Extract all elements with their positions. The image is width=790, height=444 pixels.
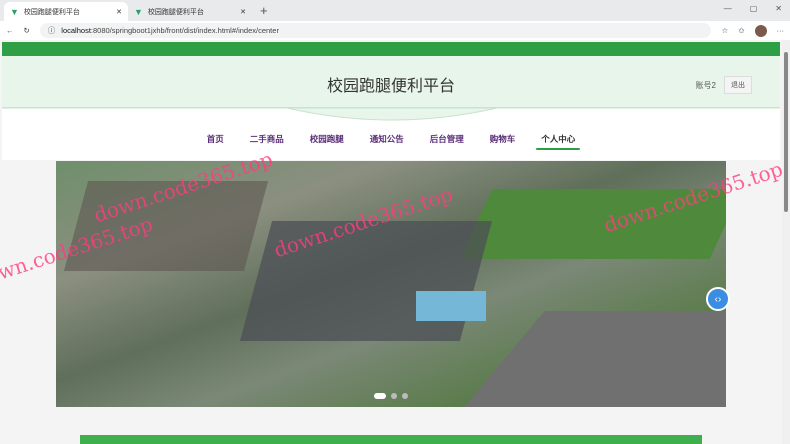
carousel-next-button[interactable]: ‹› (706, 287, 730, 311)
close-window-icon[interactable]: ✕ (775, 4, 782, 13)
maximize-icon[interactable]: ▢ (750, 4, 758, 13)
nav-bar: 首页 二手商品 校园跑腿 通知公告 后台管理 购物车 个人中心 (2, 107, 780, 160)
close-tab-icon[interactable]: ✕ (116, 8, 122, 16)
vue-logo-icon: ▼ (134, 6, 143, 17)
scrollbar[interactable] (782, 40, 790, 444)
nav-errands[interactable]: 校园跑腿 (297, 133, 357, 153)
browser-tab[interactable]: ▼ 校园跑腿便利平台 ✕ (128, 2, 252, 21)
site-title: 校园跑腿便利平台 (326, 78, 455, 95)
carousel-indicators (374, 393, 408, 399)
site-header: 校园跑腿便利平台 账号2 退出 (2, 56, 780, 108)
browser-tab-bar: ▼ 校园跑腿便利平台 ✕ ▼ 校园跑腿便利平台 ✕ + — ▢ ✕ (0, 0, 790, 21)
address-bar-row: ← ↻ ⓘ localhost:8080/springboot1jxhb/fron… (0, 21, 790, 40)
nav-profile[interactable]: 个人中心 (528, 133, 588, 153)
info-icon: ⓘ (47, 26, 56, 35)
header-wave (2, 107, 780, 121)
nav-cart[interactable]: 购物车 (477, 133, 529, 153)
browser-tab[interactable]: ▼ 校园跑腿便利平台 ✕ (4, 2, 128, 21)
collections-icon[interactable]: ✩ (738, 26, 744, 35)
nav-notices[interactable]: 通知公告 (357, 133, 417, 153)
back-icon[interactable]: ← (6, 26, 14, 35)
nav-home[interactable]: 首页 (194, 133, 237, 153)
close-tab-icon[interactable]: ✕ (240, 8, 246, 16)
carousel-dot[interactable] (402, 393, 408, 399)
favorite-icon[interactable]: ☆ (721, 26, 728, 35)
new-tab-icon[interactable]: + (260, 3, 268, 18)
top-bar (2, 42, 780, 56)
more-icon[interactable]: ··· (777, 26, 785, 35)
reload-icon[interactable]: ↻ (24, 26, 30, 35)
account-name: 账号2 (695, 80, 716, 90)
vue-logo-icon: ▼ (10, 6, 19, 17)
nav-admin[interactable]: 后台管理 (417, 133, 477, 153)
section-bar (80, 435, 702, 444)
carousel-dot[interactable] (374, 393, 386, 399)
profile-avatar[interactable] (754, 24, 767, 37)
logout-button[interactable]: 退出 (724, 76, 752, 94)
url-input[interactable]: ⓘ localhost:8080/springboot1jxhb/front/di… (39, 23, 712, 38)
carousel-dot[interactable] (391, 393, 397, 399)
minimize-icon[interactable]: — (724, 4, 732, 13)
